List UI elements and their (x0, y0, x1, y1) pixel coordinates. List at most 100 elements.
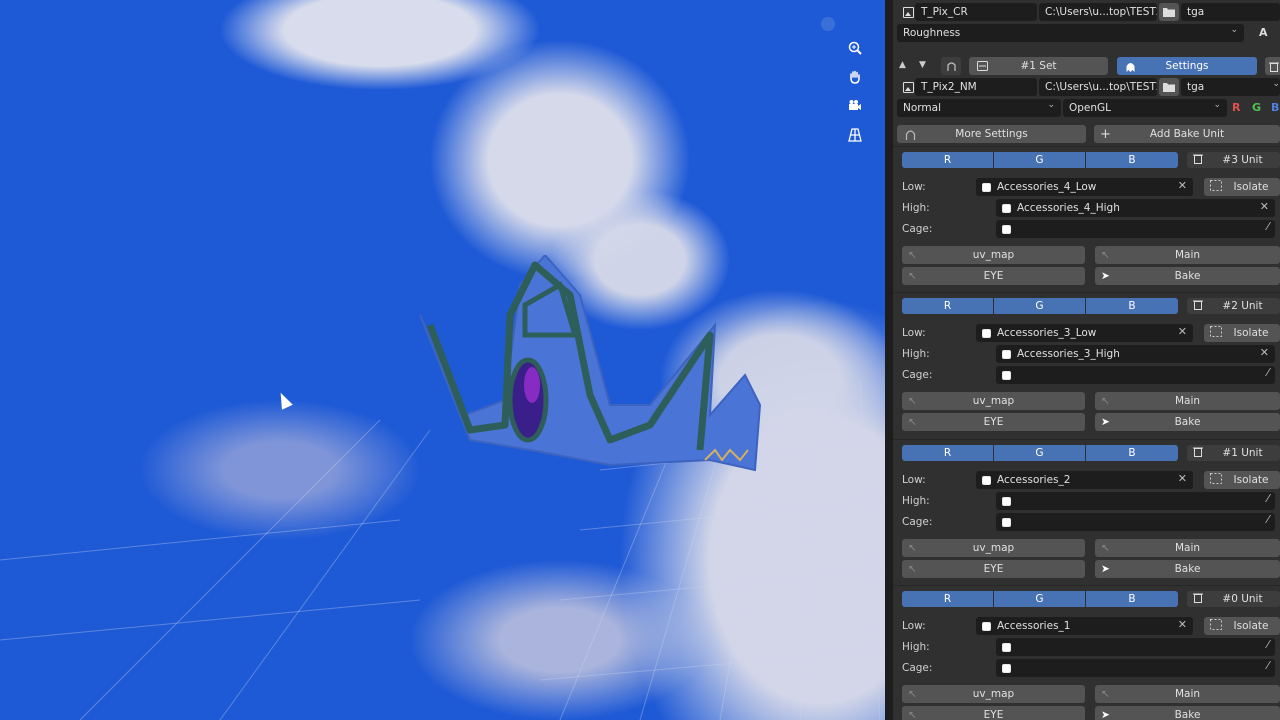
zoom-icon[interactable] (844, 37, 866, 59)
channel-g-button[interactable]: G (994, 152, 1085, 168)
texture2-name-field[interactable]: T_Pix2_NM (915, 78, 1037, 96)
isolate-button[interactable]: Isolate (1204, 324, 1280, 342)
main-button[interactable]: ↖ Main (1095, 685, 1280, 703)
chevron-down-icon: ⌄ (1272, 79, 1280, 89)
eyedropper-icon[interactable]: ⁄ (1267, 492, 1269, 505)
high-object-field[interactable]: ⁄ (996, 638, 1275, 656)
ghost-outline-icon[interactable] (941, 57, 961, 75)
hand-pan-icon[interactable] (844, 66, 866, 88)
channel-b-button[interactable]: B (1086, 591, 1178, 607)
trash-icon[interactable] (1265, 57, 1280, 75)
camera-icon[interactable] (844, 95, 866, 117)
add-bake-unit-button[interactable]: + Add Bake Unit (1094, 125, 1280, 143)
gizmo-dot-icon[interactable] (821, 17, 835, 31)
channel-r-button[interactable]: R (902, 591, 993, 607)
unit-title: #2 Unit (1222, 300, 1263, 312)
arrow-up-icon[interactable]: ▲ (899, 60, 906, 70)
close-icon[interactable]: ✕ (1260, 346, 1269, 359)
close-icon[interactable]: ✕ (1178, 618, 1187, 631)
unit-title-button[interactable]: #3 Unit (1187, 152, 1280, 168)
pointer-icon: ↖ (908, 249, 917, 261)
close-icon[interactable]: ✕ (1178, 472, 1187, 485)
uv-map-button[interactable]: ↖ uv_map (902, 392, 1085, 410)
close-icon[interactable]: ✕ (1260, 200, 1269, 213)
texture1-path-field[interactable]: C:\Users\u...top\TEST2\ (1039, 3, 1157, 21)
close-icon[interactable]: ✕ (1178, 179, 1187, 192)
channel-r-button[interactable]: R (902, 445, 993, 461)
cage-label: Cage: (902, 223, 933, 235)
bake-button[interactable]: ➤ Bake (1095, 267, 1280, 285)
object-icon (1002, 517, 1011, 527)
eye-button[interactable]: ↖ EYE (902, 706, 1085, 720)
bake-button[interactable]: ➤ Bake (1095, 413, 1280, 431)
isolate-button[interactable]: Isolate (1204, 617, 1280, 635)
texture1-format-select[interactable]: tga (1181, 3, 1280, 21)
eyedropper-icon[interactable]: ⁄ (1267, 513, 1269, 526)
cage-object-field[interactable]: ⁄ (996, 220, 1275, 238)
channel-r-toggle[interactable]: R (1232, 101, 1240, 114)
low-object-field[interactable]: Accessories_4_Low ✕ (976, 178, 1193, 196)
high-label: High: (902, 202, 930, 214)
close-icon[interactable]: ✕ (1178, 325, 1187, 338)
normal-space-select[interactable]: OpenGL ⌄ (1063, 99, 1227, 117)
channel-b-toggle[interactable]: B (1271, 101, 1279, 114)
bake-label: Bake (1174, 709, 1201, 720)
high-object-field[interactable]: ⁄ (996, 492, 1275, 510)
unit-title-button[interactable]: #2 Unit (1187, 298, 1280, 314)
bake-button[interactable]: ➤ Bake (1095, 706, 1280, 720)
set-button[interactable]: #1 Set (969, 57, 1108, 75)
cursor-arrow-icon: ➤ (1101, 563, 1110, 575)
eyedropper-icon[interactable]: ⁄ (1267, 638, 1269, 651)
cage-object-field[interactable]: ⁄ (996, 366, 1275, 384)
3d-viewport[interactable] (0, 0, 885, 720)
channel-b-button[interactable]: B (1086, 445, 1178, 461)
channel-g-button[interactable]: G (994, 591, 1085, 607)
texture1-name-field[interactable]: T_Pix_CR (915, 3, 1037, 21)
uv-main-row: ↖ uv_map ↖ Main (893, 539, 1280, 559)
main-button[interactable]: ↖ Main (1095, 392, 1280, 410)
channel-select[interactable]: Roughness ⌄ (897, 24, 1244, 42)
unit-title-button[interactable]: #0 Unit (1187, 591, 1280, 607)
eyedropper-icon[interactable]: ⁄ (1267, 220, 1269, 233)
eye-button[interactable]: ↖ EYE (902, 267, 1085, 285)
uv-map-button[interactable]: ↖ uv_map (902, 246, 1085, 264)
isolate-button[interactable]: Isolate (1204, 178, 1280, 196)
map-type-select[interactable]: Normal ⌄ (897, 99, 1061, 117)
folder-icon[interactable] (1159, 78, 1179, 96)
texture1-format-label: tga (1187, 6, 1205, 18)
channel-g-toggle[interactable]: G (1252, 101, 1261, 114)
channel-g-button[interactable]: G (994, 445, 1085, 461)
eyedropper-icon[interactable]: ⁄ (1267, 366, 1269, 379)
uv-map-button[interactable]: ↖ uv_map (902, 539, 1085, 557)
high-object-field[interactable]: Accessories_4_High ✕ (996, 199, 1275, 217)
cage-object-field[interactable]: ⁄ (996, 659, 1275, 677)
low-object-field[interactable]: Accessories_3_Low ✕ (976, 324, 1193, 342)
channel-g-button[interactable]: G (994, 298, 1085, 314)
font-icon[interactable]: A (1259, 26, 1268, 39)
high-object-field[interactable]: Accessories_3_High ✕ (996, 345, 1275, 363)
texture2-format-select[interactable]: tga ⌄ (1181, 78, 1280, 96)
channel-b-button[interactable]: B (1086, 298, 1178, 314)
low-object-field[interactable]: Accessories_1 ✕ (976, 617, 1193, 635)
channel-r-button[interactable]: R (902, 152, 993, 168)
uv-map-button[interactable]: ↖ uv_map (902, 685, 1085, 703)
isolate-button[interactable]: Isolate (1204, 471, 1280, 489)
bake-button[interactable]: ➤ Bake (1095, 560, 1280, 578)
settings-button[interactable]: Settings (1117, 57, 1257, 75)
channel-b-button[interactable]: B (1086, 152, 1178, 168)
channel-r-button[interactable]: R (902, 298, 993, 314)
eyedropper-icon[interactable]: ⁄ (1267, 659, 1269, 672)
cage-object-field[interactable]: ⁄ (996, 513, 1275, 531)
unit-title-button[interactable]: #1 Unit (1187, 445, 1280, 461)
main-button[interactable]: ↖ Main (1095, 246, 1280, 264)
folder-icon[interactable] (1159, 3, 1179, 21)
main-button[interactable]: ↖ Main (1095, 539, 1280, 557)
more-settings-button[interactable]: More Settings (897, 125, 1086, 143)
grid-ortho-icon[interactable] (844, 124, 866, 146)
texture2-path-field[interactable]: C:\Users\u...top\TEST2\ (1039, 78, 1157, 96)
region-divider[interactable] (885, 0, 893, 720)
arrow-down-icon[interactable]: ▼ (919, 60, 926, 70)
low-object-field[interactable]: Accessories_2 ✕ (976, 471, 1193, 489)
eye-button[interactable]: ↖ EYE (902, 413, 1085, 431)
eye-button[interactable]: ↖ EYE (902, 560, 1085, 578)
